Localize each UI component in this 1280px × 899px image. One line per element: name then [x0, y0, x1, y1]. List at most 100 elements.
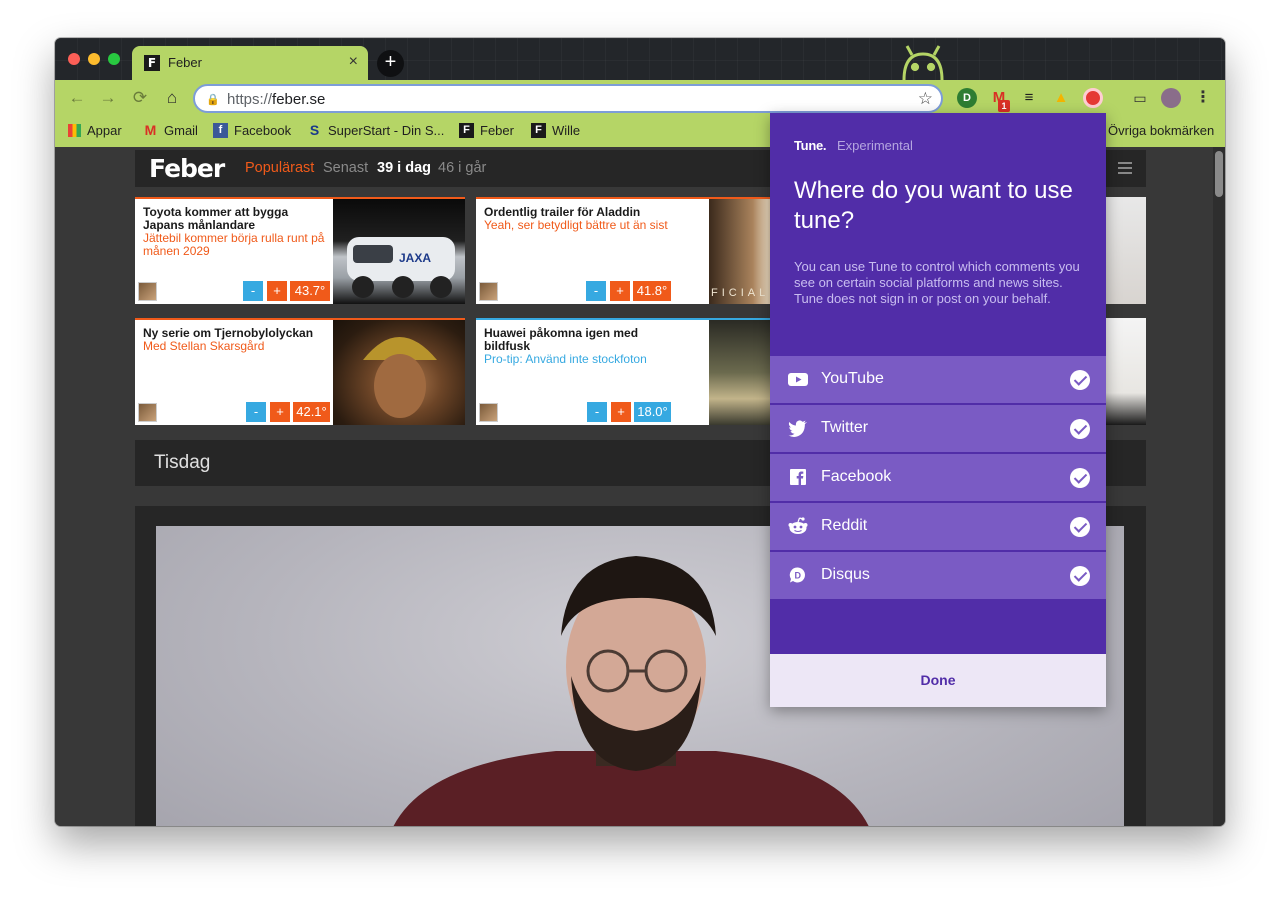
gmail-icon: M: [144, 122, 157, 138]
platform-label: Twitter: [821, 419, 869, 436]
article-image: [333, 320, 465, 425]
done-button[interactable]: Done: [770, 654, 1106, 707]
day-label: Tisdag: [154, 452, 211, 473]
article-card[interactable]: Toyota kommer att bygga Japans månlandar…: [135, 197, 465, 304]
vote-down-button[interactable]: -: [586, 281, 606, 301]
vote-up-button[interactable]: +: [610, 281, 630, 301]
platform-row-facebook[interactable]: Facebook: [770, 454, 1106, 501]
ghostery-icon[interactable]: D: [957, 88, 977, 108]
feber-favicon-icon: F: [144, 55, 160, 71]
article-card[interactable]: Huawei påkomna igen med bildfusk Pro-tip…: [476, 318, 806, 425]
nav-today[interactable]: 39 i dag: [377, 160, 431, 176]
nav-popular[interactable]: Populärast: [245, 160, 314, 176]
svg-text:D: D: [795, 571, 802, 581]
bookmark-gmail[interactable]: M Gmail: [143, 122, 198, 139]
check-icon[interactable]: [1070, 566, 1090, 586]
article-card[interactable]: Ordentlig trailer för Aladdin Yeah, ser …: [476, 197, 806, 304]
bookmark-facebook[interactable]: f Facebook: [213, 123, 291, 138]
check-icon[interactable]: [1070, 370, 1090, 390]
check-icon[interactable]: [1070, 468, 1090, 488]
twitter-icon: [788, 420, 807, 437]
vote-down-button[interactable]: -: [246, 402, 266, 422]
forward-icon[interactable]: →: [97, 87, 119, 109]
address-bar[interactable]: 🔒 https://feber.se ☆: [193, 84, 943, 113]
bookmark-superstart[interactable]: S SuperStart - Din S...: [307, 122, 445, 139]
platform-row-reddit[interactable]: Reddit: [770, 503, 1106, 550]
tab-strip: F Feber × +: [55, 38, 1225, 80]
tab-feber[interactable]: F Feber ×: [132, 46, 368, 80]
platform-row-youtube[interactable]: YouTube: [770, 356, 1106, 403]
author-avatar: [138, 282, 157, 301]
platform-label: YouTube: [821, 370, 884, 387]
article-image: JAXA: [333, 199, 465, 304]
article-card-partial[interactable]: [1105, 318, 1146, 425]
new-tab-button[interactable]: +: [377, 50, 404, 77]
feber-logo[interactable]: Feber: [149, 154, 225, 183]
check-icon[interactable]: [1070, 419, 1090, 439]
other-bookmarks[interactable]: Övriga bokmärken: [1108, 123, 1214, 138]
apps-grid-icon: [68, 124, 81, 137]
superstart-icon: S: [309, 122, 320, 138]
facebook-icon: [790, 469, 806, 485]
bookmark-label: Gmail: [164, 123, 198, 138]
reddit-icon: [788, 517, 808, 534]
maximize-window-button[interactable]: [108, 53, 120, 65]
drive-icon[interactable]: ▲: [1051, 88, 1071, 108]
popup-heading: Where do you want to use tune?: [794, 177, 1073, 234]
bookmark-appar[interactable]: Appar: [68, 123, 122, 138]
android-theme-icon: [902, 45, 944, 80]
platform-label: Disqus: [821, 566, 870, 583]
card-subtitle: Med Stellan Skarsgård: [143, 339, 265, 353]
tune-icon[interactable]: [1083, 88, 1103, 108]
buffer-icon[interactable]: ≡: [1019, 88, 1039, 108]
firefighter-portrait-image: [363, 337, 437, 418]
tune-brand: Tune.: [794, 138, 827, 153]
close-window-button[interactable]: [68, 53, 80, 65]
menu-dots-icon[interactable]: ⋮: [1193, 88, 1213, 108]
home-icon[interactable]: ⌂: [161, 87, 183, 109]
platform-label: Reddit: [821, 517, 868, 534]
cast-icon[interactable]: ▭: [1130, 88, 1150, 108]
temperature-badge: 41.8°: [633, 281, 671, 301]
url-text[interactable]: https://feber.se: [227, 91, 325, 108]
bookmark-star-icon[interactable]: ☆: [918, 89, 933, 109]
platform-label: Facebook: [821, 468, 892, 485]
reload-icon[interactable]: ⟳: [129, 87, 151, 109]
bookmark-label: Feber: [480, 123, 514, 138]
bookmark-wille[interactable]: F Wille: [531, 123, 580, 138]
hamburger-menu-icon[interactable]: [1118, 162, 1132, 174]
tab-title: Feber: [168, 55, 202, 70]
nav-latest[interactable]: Senast: [323, 160, 368, 176]
vote-up-button[interactable]: +: [270, 402, 290, 422]
vote-down-button[interactable]: -: [587, 402, 607, 422]
vote-down-button[interactable]: -: [243, 281, 263, 301]
svg-text:JAXA: JAXA: [399, 251, 431, 265]
page-scrollbar[interactable]: [1213, 147, 1225, 826]
temperature-badge: 42.1°: [293, 402, 330, 422]
author-avatar: [138, 403, 157, 422]
card-subtitle: Yeah, ser betydligt bättre ut än sist: [484, 218, 668, 232]
card-title: Ordentlig trailer för Aladdin Yeah, ser …: [484, 206, 670, 232]
check-icon[interactable]: [1070, 517, 1090, 537]
tab-close-icon[interactable]: ×: [349, 53, 358, 71]
tune-popup: Tune. Experimental Where do you want to …: [770, 113, 1106, 707]
gmail-badge: 1: [998, 100, 1010, 112]
platform-row-disqus[interactable]: D Disqus: [770, 552, 1106, 599]
bookmark-feber[interactable]: F Feber: [459, 123, 514, 138]
popup-footer: Done: [770, 654, 1106, 707]
nav-yesterday[interactable]: 46 i går: [438, 160, 486, 176]
author-avatar: [479, 403, 498, 422]
card-subtitle: Pro-tip: Använd inte stockfoton: [484, 352, 647, 366]
minimize-window-button[interactable]: [88, 53, 100, 65]
lock-icon: 🔒: [206, 94, 220, 106]
scrollbar-thumb[interactable]: [1215, 151, 1223, 197]
profile-avatar[interactable]: [1161, 88, 1181, 108]
vote-up-button[interactable]: +: [611, 402, 631, 422]
back-icon[interactable]: ←: [66, 87, 88, 109]
article-card[interactable]: Ny serie om Tjernobylolyckan Med Stellan…: [135, 318, 465, 425]
author-avatar: [479, 282, 498, 301]
platform-row-twitter[interactable]: Twitter: [770, 405, 1106, 452]
card-subtitle: Jättebil kommer börja rulla runt på måne…: [143, 231, 325, 258]
vote-up-button[interactable]: +: [267, 281, 287, 301]
article-card-partial[interactable]: [1105, 197, 1146, 304]
